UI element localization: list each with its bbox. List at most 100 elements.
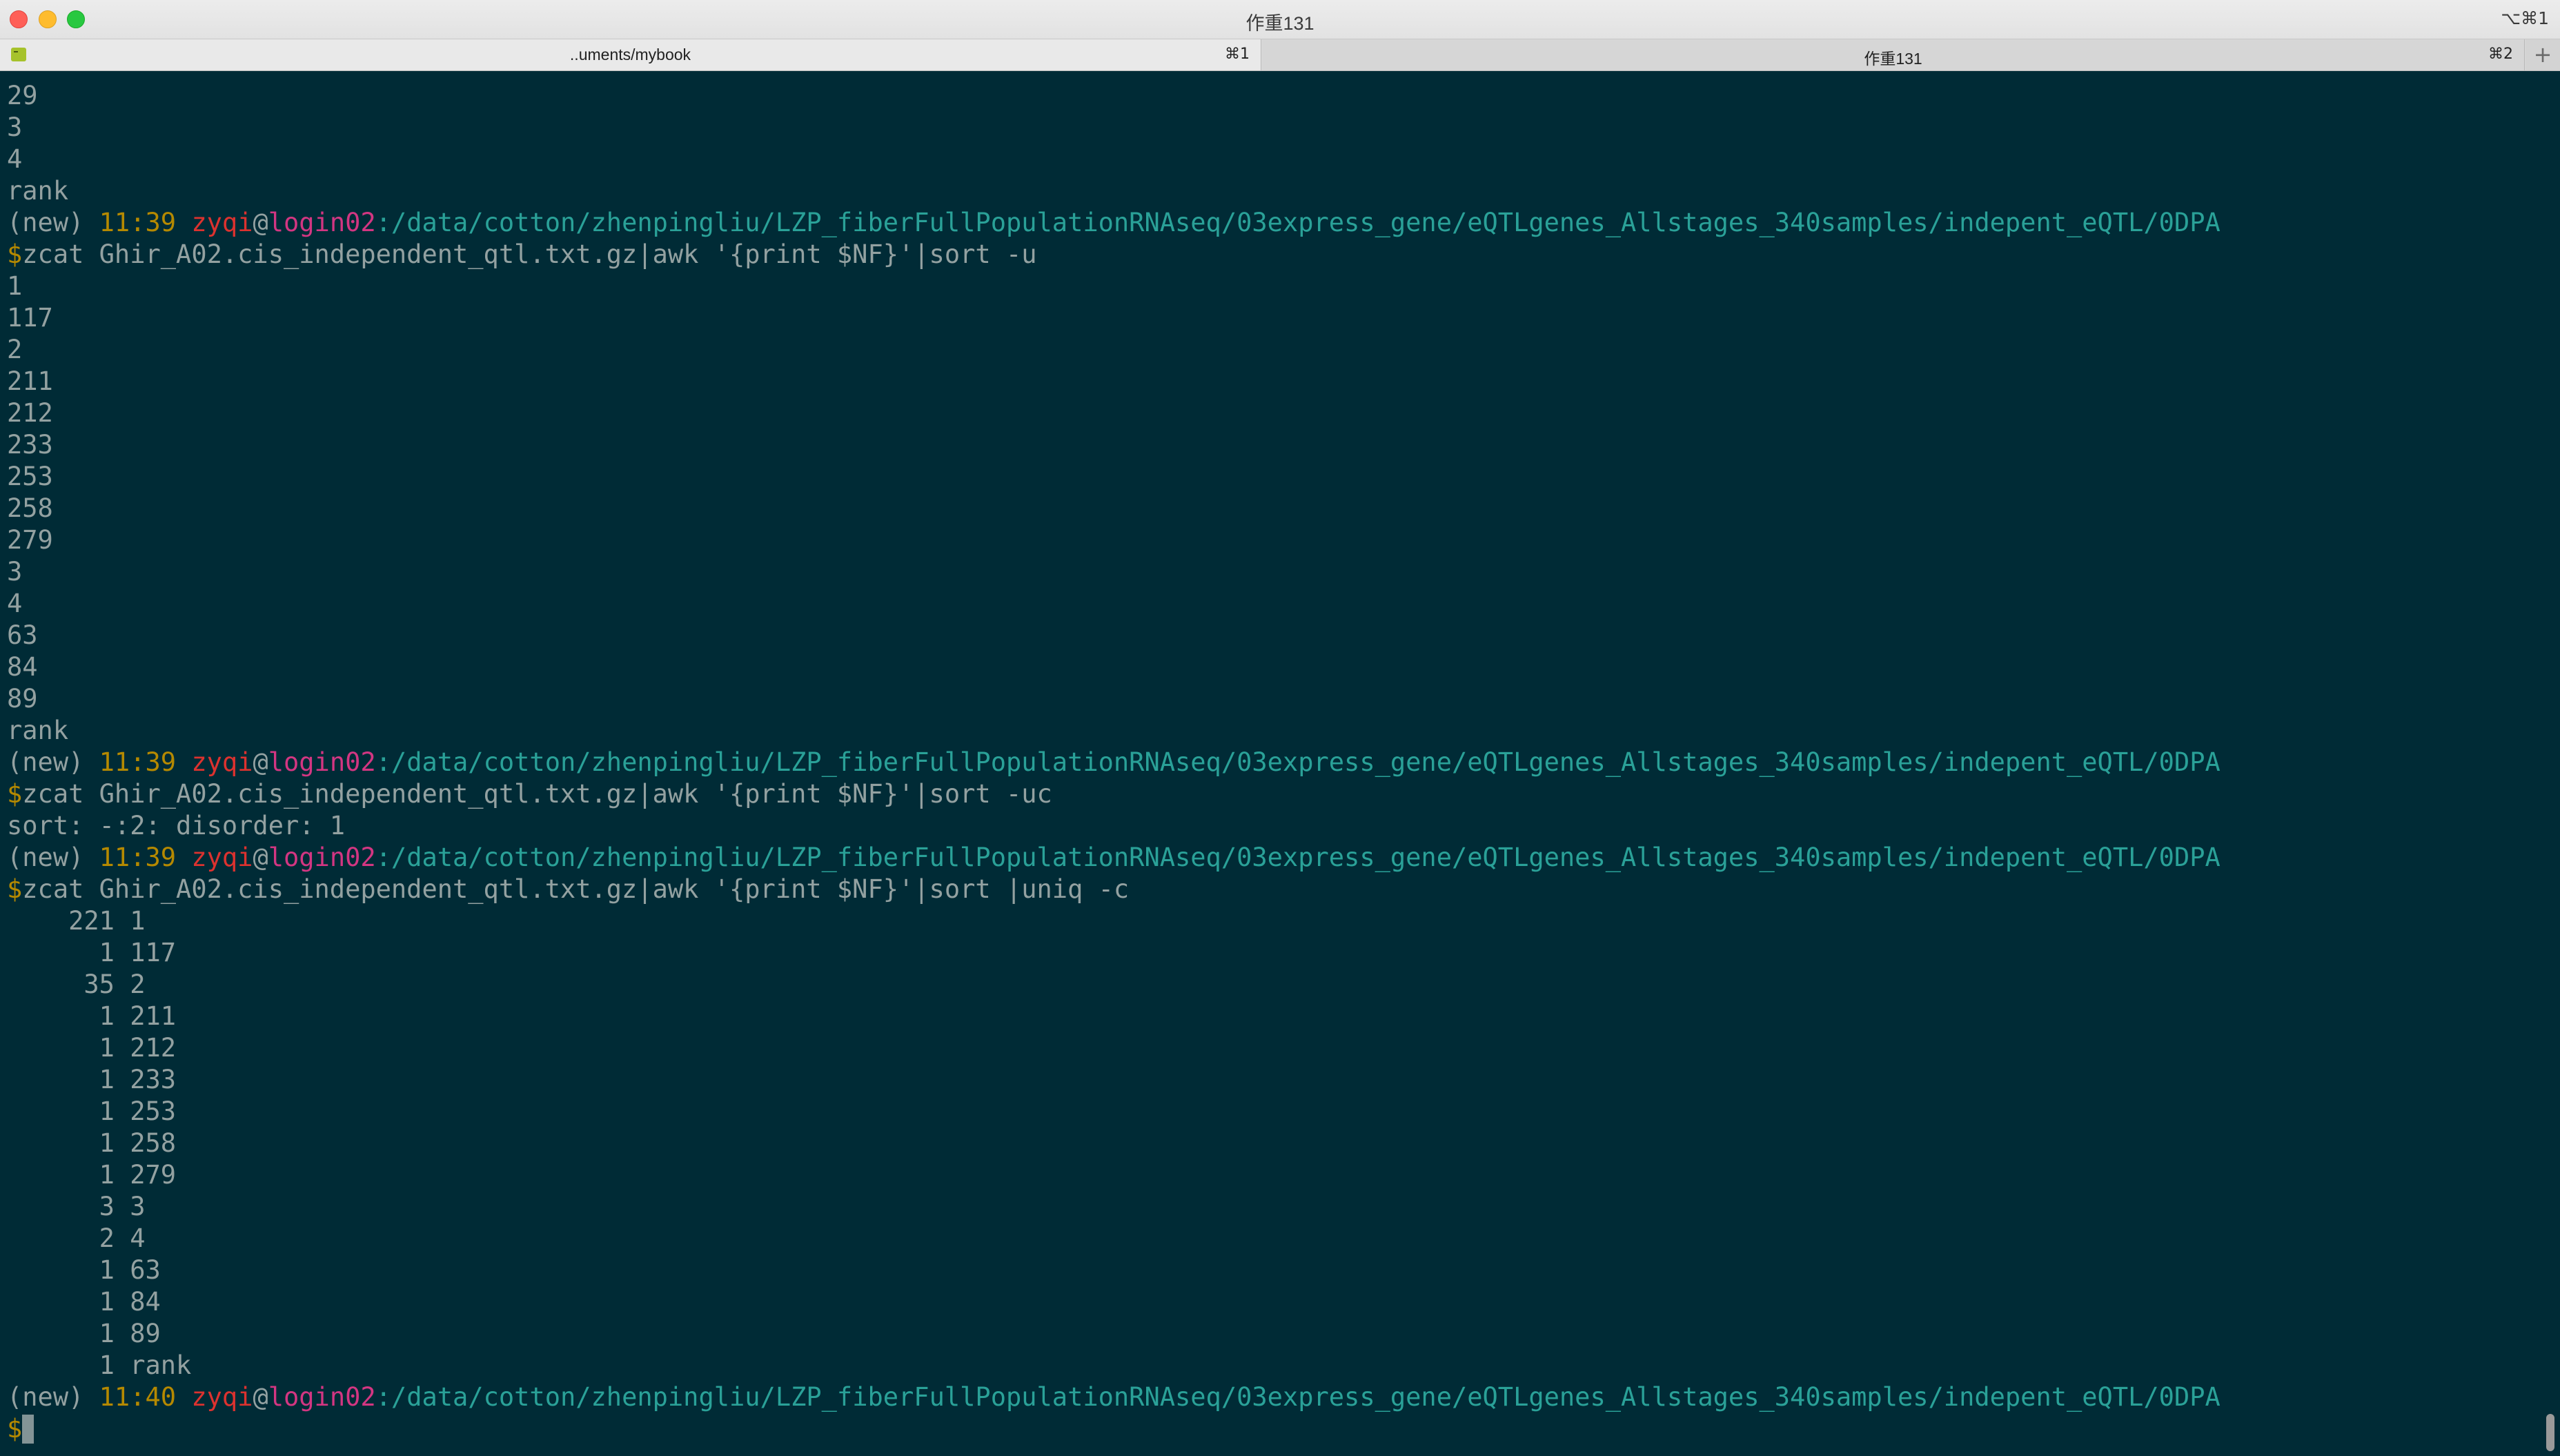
prompt-host: login02 xyxy=(268,747,376,777)
output-line: 1 89 xyxy=(7,1318,2221,1350)
output-line: 2 4 xyxy=(7,1223,2221,1255)
output-text: 1 84 xyxy=(7,1287,161,1317)
output-text: 1 89 xyxy=(7,1319,161,1348)
output-text: 29 xyxy=(7,81,38,110)
command-text: zcat Ghir_A02.cis_independent_qtl.txt.gz… xyxy=(22,874,1130,904)
output-text: rank xyxy=(7,176,69,206)
prompt-host: login02 xyxy=(268,208,376,237)
output-text: 3 xyxy=(7,112,23,142)
output-text: 89 xyxy=(7,684,38,714)
output-line: 1 xyxy=(7,270,2221,302)
output-line: 1 233 xyxy=(7,1064,2221,1096)
prompt-user: zyqi xyxy=(191,208,253,237)
output-line: 1 211 xyxy=(7,1001,2221,1032)
scrollbar-thumb[interactable] xyxy=(2546,1414,2554,1451)
command-line: $zcat Ghir_A02.cis_independent_qtl.txt.g… xyxy=(7,874,2221,905)
prompt-user: zyqi xyxy=(191,1382,253,1412)
output-text: 211 xyxy=(7,366,53,396)
output-line: 35 2 xyxy=(7,969,2221,1001)
prompt-env: (new) xyxy=(7,747,99,777)
output-text: 279 xyxy=(7,525,53,555)
output-line: 3 3 xyxy=(7,1191,2221,1223)
output-text: 35 2 xyxy=(7,970,146,999)
output-text: 84 xyxy=(7,652,38,682)
output-text: 2 4 xyxy=(7,1223,146,1253)
output-line: 29 xyxy=(7,80,2221,112)
output-text: 63 xyxy=(7,620,38,650)
output-text: 1 279 xyxy=(7,1160,177,1190)
output-text: 253 xyxy=(7,462,53,491)
new-tab-button[interactable]: + xyxy=(2525,39,2560,70)
output-text: 3 3 xyxy=(7,1192,146,1221)
scrollbar[interactable] xyxy=(2541,71,2560,1456)
prompt-line: (new) 11:39 zyqi@login02:/data/cotton/zh… xyxy=(7,747,2221,778)
tab-session-131[interactable]: 作重131 ⌘2 xyxy=(1262,39,2525,70)
window-title: 作重131 xyxy=(1245,13,1315,34)
prompt-time: 11:39 xyxy=(99,208,177,237)
output-text: 233 xyxy=(7,430,53,460)
prompt-line: (new) 11:39 zyqi@login02:/data/cotton/zh… xyxy=(7,842,2221,874)
output-line: 279 xyxy=(7,524,2221,556)
prompt-at: @ xyxy=(253,843,268,872)
output-line: 84 xyxy=(7,651,2221,683)
command-text: zcat Ghir_A02.cis_independent_qtl.txt.gz… xyxy=(22,779,1052,809)
input-line: $ xyxy=(7,1413,2221,1445)
output-line: 4 xyxy=(7,588,2221,620)
output-text: 117 xyxy=(7,303,53,333)
tab-mybook[interactable]: ..uments/mybook ⌘1 xyxy=(0,39,1261,70)
output-line: 4 xyxy=(7,144,2221,175)
tab-bar: ..uments/mybook ⌘1 作重131 ⌘2 + xyxy=(0,39,2560,71)
output-text: 258 xyxy=(7,493,53,523)
prompt-path: :/data/cotton/zhenpingliu/LZP_fiberFullP… xyxy=(375,208,2221,237)
output-text: 4 xyxy=(7,144,23,174)
tab-label: ..uments/mybook xyxy=(569,46,691,63)
output-text: 1 63 xyxy=(7,1255,161,1285)
output-line: 1 258 xyxy=(7,1128,2221,1159)
prompt-host: login02 xyxy=(268,843,376,872)
output-text: 221 1 xyxy=(7,906,146,936)
window-shortcut: ⌥⌘1 xyxy=(2501,8,2549,28)
output-line: 211 xyxy=(7,366,2221,397)
prompt-line: (new) 11:40 zyqi@login02:/data/cotton/zh… xyxy=(7,1381,2221,1413)
output-text: 1 253 xyxy=(7,1096,177,1126)
output-line: 1 279 xyxy=(7,1159,2221,1191)
output-line: 1 63 xyxy=(7,1255,2221,1286)
output-text: 4 xyxy=(7,589,23,618)
output-text: 1 xyxy=(7,271,23,301)
prompt-time: 11:39 xyxy=(99,843,177,872)
output-line: 253 xyxy=(7,461,2221,493)
prompt-user: zyqi xyxy=(191,747,253,777)
output-line: rank xyxy=(7,715,2221,747)
prompt-env: (new) xyxy=(7,208,99,237)
prompt-dollar: $ xyxy=(7,874,23,904)
prompt-dollar: $ xyxy=(7,1414,23,1444)
output-line: 3 xyxy=(7,556,2221,588)
output-line: 212 xyxy=(7,397,2221,429)
output-text: 3 xyxy=(7,557,23,587)
output-line: 233 xyxy=(7,429,2221,461)
output-line: 258 xyxy=(7,493,2221,524)
output-line: 89 xyxy=(7,683,2221,715)
prompt-at: @ xyxy=(253,1382,268,1412)
text-cursor[interactable] xyxy=(22,1415,35,1444)
output-text: 1 rank xyxy=(7,1350,192,1380)
prompt-line: (new) 11:39 zyqi@login02:/data/cotton/zh… xyxy=(7,207,2221,239)
terminal-output[interactable]: 29 3 4 rank (new) 11:39 zyqi@login02:/data/c… xyxy=(0,71,2541,1456)
output-text: 1 258 xyxy=(7,1128,177,1158)
output-text: 2 xyxy=(7,335,23,364)
prompt-dollar: $ xyxy=(7,779,23,809)
output-line: 2 xyxy=(7,334,2221,366)
title-bar[interactable]: 作重131 ⌥⌘1 xyxy=(0,0,2560,39)
output-text: 1 211 xyxy=(7,1001,177,1031)
output-line: 1 rank xyxy=(7,1350,2221,1381)
command-line: $zcat Ghir_A02.cis_independent_qtl.txt.g… xyxy=(7,239,2221,270)
output-line: 117 xyxy=(7,302,2221,334)
output-line: rank xyxy=(7,175,2221,207)
output-line: 1 84 xyxy=(7,1286,2221,1318)
output-text: 1 233 xyxy=(7,1065,177,1094)
output-line: 63 xyxy=(7,620,2221,651)
tab-shortcut: ⌘2 xyxy=(2488,46,2513,63)
